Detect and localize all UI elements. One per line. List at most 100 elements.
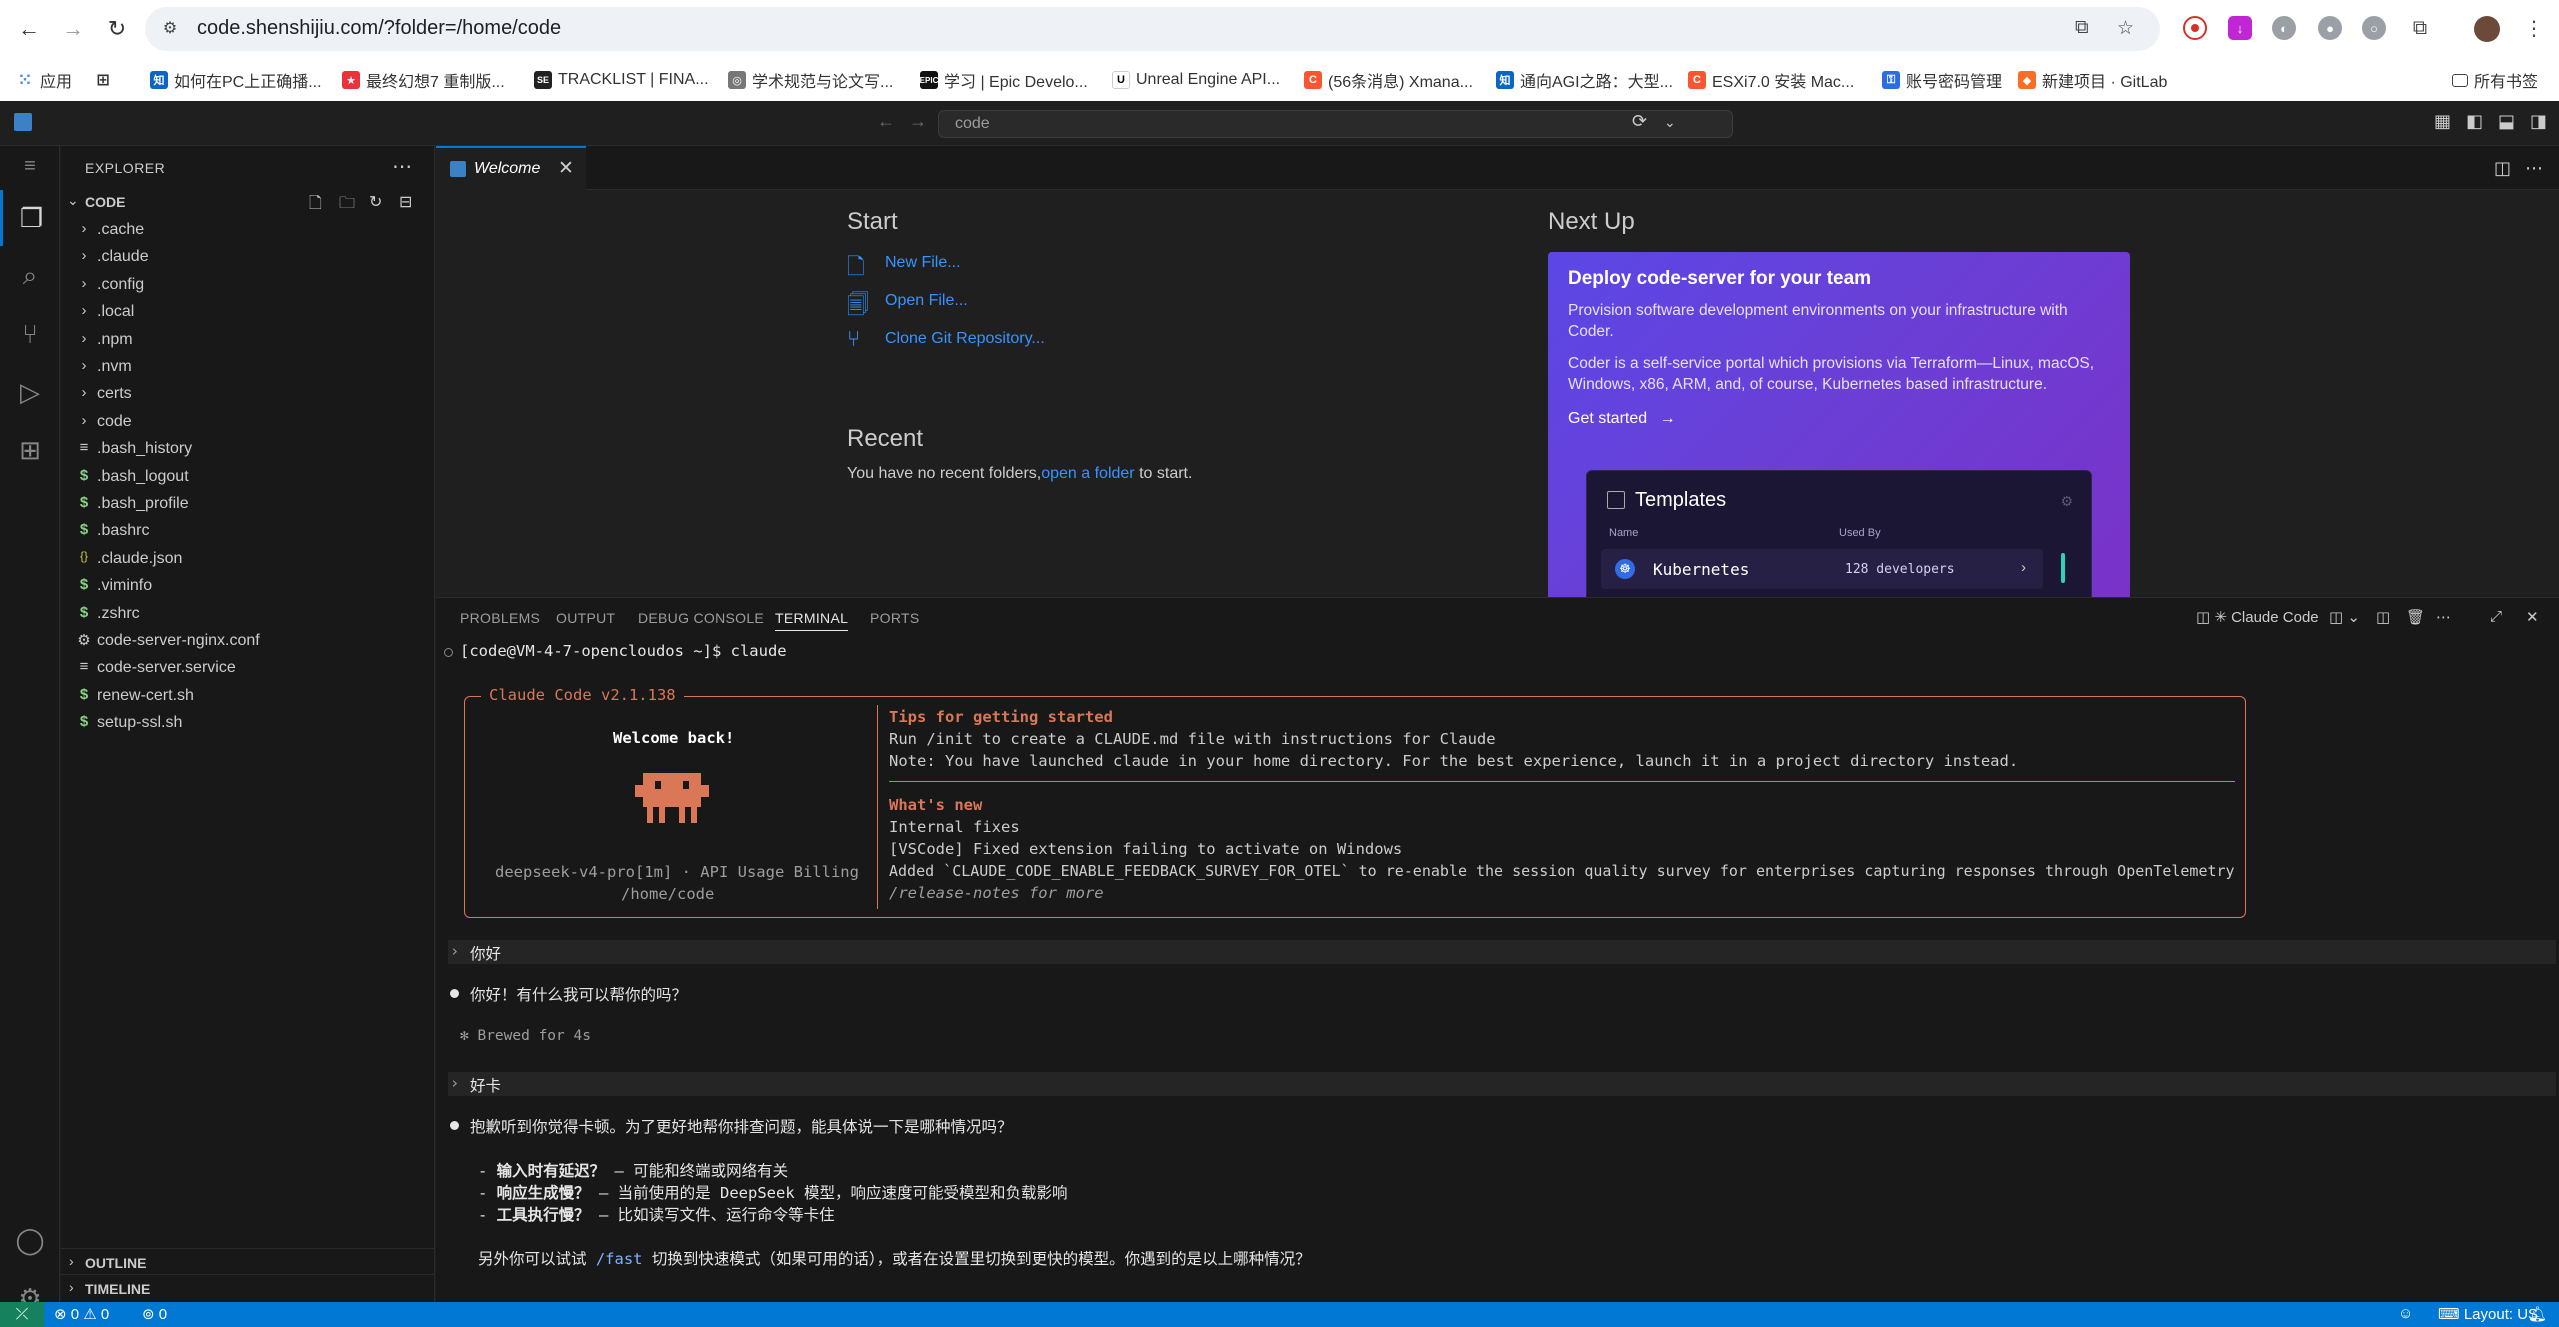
record-extension-icon[interactable] — [2183, 16, 2207, 40]
toggle-sidebar-icon[interactable]: ◧ — [2466, 111, 2483, 132]
tree-file[interactable]: ⚙ code-server-nginx.conf — [61, 628, 435, 655]
tree-file[interactable]: $ renew-cert.sh — [61, 683, 435, 710]
tree-folder[interactable]: › .npm — [61, 327, 435, 354]
tree-folder[interactable]: › code — [61, 409, 435, 436]
install-app-icon[interactable]: ⧉ — [2075, 17, 2089, 39]
tab-output[interactable]: OUTPUT — [556, 610, 615, 626]
tree-file[interactable]: $ setup-ssl.sh — [61, 710, 435, 737]
close-icon[interactable]: ✕ — [558, 157, 574, 180]
sync-icon[interactable]: ⟳ — [1632, 111, 1647, 132]
new-folder-icon[interactable]: 🗀 — [339, 192, 355, 219]
bookmark-item[interactable]: SE TRACKLIST | FINA... — [534, 68, 709, 92]
new-terminal-icon[interactable]: ◫ ⌄ — [2329, 608, 2360, 626]
tree-folder[interactable]: › .cache — [61, 217, 435, 244]
bookmark-item[interactable]: C (56条消息) Xmana... — [1304, 68, 1473, 92]
tree-file[interactable]: $ .zshrc — [61, 601, 435, 628]
more-actions-icon[interactable]: ⋯ — [2525, 158, 2543, 179]
more-actions-icon[interactable]: ⋯ — [392, 154, 412, 179]
get-started-link[interactable]: Get started → — [1568, 410, 1676, 428]
trash-icon[interactable]: 🗑 — [2406, 608, 2425, 626]
ports-status[interactable]: ⊚ 0 — [142, 1305, 167, 1323]
bookmark-item[interactable]: C ESXi7.0 安装 Mac... — [1688, 68, 1854, 92]
site-info-icon[interactable]: ⚙ — [159, 17, 181, 39]
copilot-icon[interactable]: ☺ — [2398, 1305, 2413, 1322]
problems-status[interactable]: ⊗ 0 ⚠ 0 — [54, 1305, 109, 1323]
tab-terminal[interactable]: TERMINAL — [775, 610, 849, 631]
tree-folder[interactable]: › .config — [61, 272, 435, 299]
tree-file[interactable]: ≡ code-server.service — [61, 655, 435, 682]
nav-back-icon[interactable]: ← — [877, 111, 895, 132]
tab-welcome[interactable]: Welcome ✕ — [436, 146, 586, 190]
run-debug-icon[interactable]: ▷ — [0, 364, 60, 420]
chevron-down-icon[interactable]: ⌄ — [1664, 114, 1676, 131]
download-extension-icon[interactable]: ↓ — [2228, 16, 2252, 40]
close-panel-icon[interactable]: ✕ — [2526, 608, 2539, 626]
split-editor-icon[interactable]: ◫ — [2494, 158, 2511, 179]
bookmark-star-icon[interactable]: ☆ — [2117, 17, 2134, 40]
new-file-icon[interactable]: 🗋 — [309, 192, 322, 219]
bookmark-apps[interactable]: ⁙ 应用 — [16, 68, 72, 92]
extension-icon-5[interactable]: ○ — [2362, 16, 2386, 40]
outline-section[interactable]: › OUTLINE — [61, 1248, 435, 1274]
toggle-secondary-sidebar-icon[interactable]: ◨ — [2530, 111, 2547, 132]
bookmark-item[interactable]: ◆ 新建项目 · GitLab — [2018, 68, 2167, 92]
timeline-section[interactable]: › TIMELINE — [61, 1274, 435, 1300]
notifications-bell-icon[interactable]: 🔔︎ — [2528, 1305, 2547, 1323]
command-center[interactable]: code — [938, 110, 1733, 138]
toggle-panel-icon[interactable]: ⬓ — [2498, 111, 2515, 132]
tree-folder[interactable]: › .claude — [61, 244, 435, 271]
more-actions-icon[interactable]: ⋯ — [2436, 608, 2451, 626]
forward-icon[interactable]: → — [56, 12, 90, 46]
refresh-icon[interactable]: ↻ — [369, 192, 382, 212]
extensions-puzzle-icon[interactable]: ⧉ — [2408, 16, 2432, 40]
all-bookmarks[interactable]: 所有书签 — [2452, 68, 2538, 92]
source-control-icon[interactable]: ⑂ — [0, 306, 60, 362]
tree-folder[interactable]: › .local — [61, 299, 435, 326]
terminal-output[interactable]: [code@VM-4-7-opencloudos ~]$ claude Clau… — [436, 640, 2559, 1303]
explorer-icon[interactable]: ❐ — [0, 190, 60, 246]
search-icon[interactable]: ⌕ — [0, 248, 60, 304]
bookmark-item[interactable]: ★ 最终幻想7 重制版... — [342, 68, 505, 92]
address-bar[interactable]: ⚙ code.shenshijiu.com/?folder=/home/code… — [145, 7, 2160, 51]
tree-file[interactable]: $ .bash_profile — [61, 491, 435, 518]
extension-icon-4[interactable]: ● — [2318, 16, 2342, 40]
url-text[interactable]: code.shenshijiu.com/?folder=/home/code — [197, 17, 561, 40]
customize-layout-icon[interactable]: ▦ — [2434, 111, 2451, 132]
bookmark-item[interactable]: EPIC 学习 | Epic Develo... — [920, 68, 1088, 92]
deploy-coder-card[interactable]: Deploy code-server for your team Provisi… — [1548, 252, 2130, 597]
remote-indicator-icon[interactable]: ⤫ — [0, 1302, 44, 1327]
back-icon[interactable]: ← — [12, 12, 46, 46]
tree-folder[interactable]: › .nvm — [61, 354, 435, 381]
profile-avatar[interactable] — [2474, 16, 2500, 42]
accounts-icon[interactable]: ◯ — [0, 1212, 60, 1268]
folder-section-header[interactable]: ⌄ CODE 🗋 🗀 ↻ ⊟ — [61, 190, 435, 216]
bookmark-item[interactable]: ◎ 学术规范与论文写... — [728, 68, 893, 92]
menu-icon[interactable]: ≡ — [0, 146, 60, 186]
nav-forward-icon[interactable]: → — [909, 111, 927, 132]
tab-debug-console[interactable]: DEBUG CONSOLE — [638, 610, 764, 626]
bookmark-grid[interactable]: ⊞ — [94, 68, 118, 92]
tree-file[interactable]: {} .claude.json — [61, 546, 435, 573]
maximize-panel-icon[interactable]: ⤢ — [2490, 608, 2502, 625]
open-folder-link[interactable]: open a folder — [1041, 465, 1134, 482]
tab-ports[interactable]: PORTS — [870, 610, 919, 626]
extensions-icon[interactable]: ⊞ — [0, 422, 60, 478]
terminal-selector[interactable]: ◫ ✳ Claude Code — [2196, 608, 2319, 626]
tree-file[interactable]: $ .viminfo — [61, 573, 435, 600]
keyboard-layout[interactable]: ⌨ Layout: US — [2438, 1305, 2538, 1323]
extension-icon-3[interactable]: ◐ — [2272, 16, 2296, 40]
tree-file[interactable]: $ .bashrc — [61, 518, 435, 545]
bookmark-item[interactable]: 知通向AGI之路：大型... — [1496, 68, 1673, 92]
bookmark-item[interactable]: U Unreal Engine API... — [1112, 68, 1280, 92]
reload-icon[interactable]: ↻ — [100, 12, 134, 46]
bookmark-item[interactable]: 知如何在PC上正确播... — [150, 68, 322, 92]
tree-file[interactable]: $ .bash_logout — [61, 464, 435, 491]
tree-folder[interactable]: › certs — [61, 381, 435, 408]
bookmark-item[interactable]: ⚿ 账号密码管理 — [1882, 68, 2002, 92]
chrome-menu-icon[interactable]: ⋮ — [2522, 16, 2546, 40]
tree-file[interactable]: ≡ .bash_history — [61, 436, 435, 463]
collapse-all-icon[interactable]: ⊟ — [399, 192, 412, 212]
tree-item-label: .viminfo — [97, 577, 153, 595]
split-terminal-icon[interactable]: ◫ — [2376, 608, 2390, 626]
tab-problems[interactable]: PROBLEMS — [460, 610, 540, 626]
